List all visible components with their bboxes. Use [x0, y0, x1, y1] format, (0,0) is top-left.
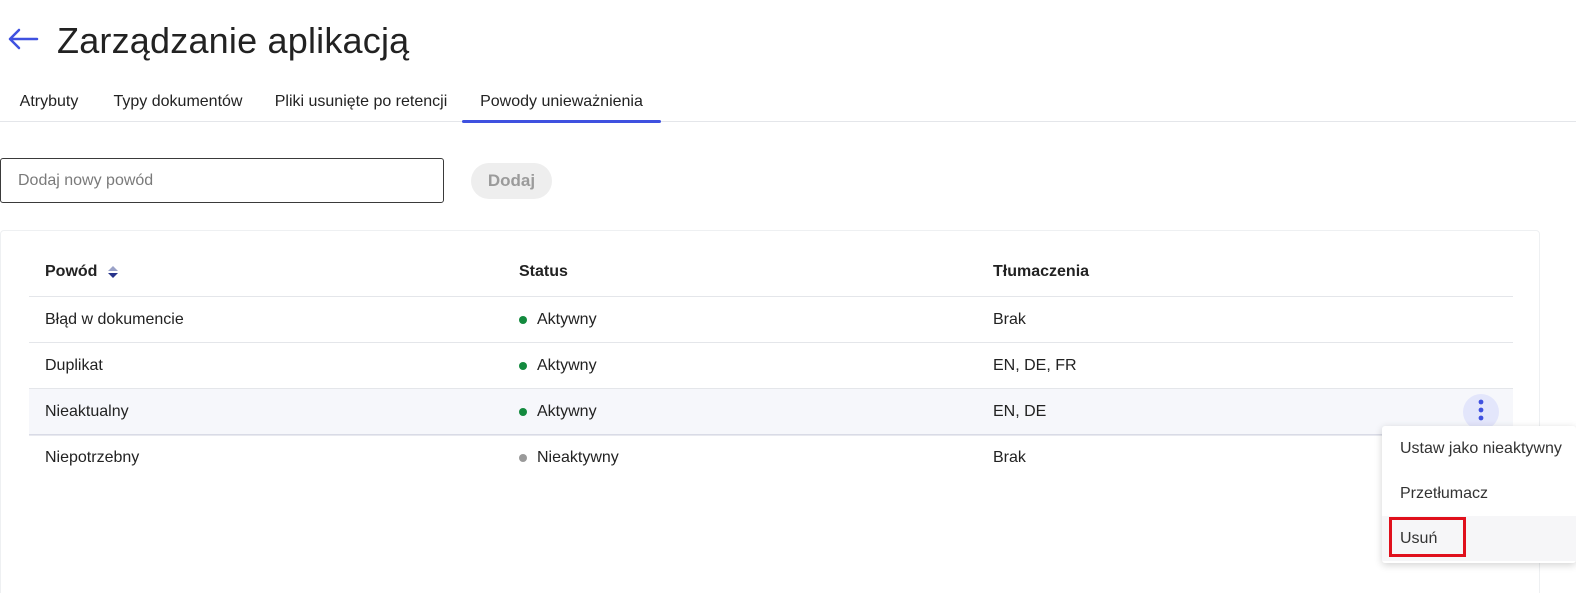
more-vertical-icon	[1478, 399, 1484, 426]
column-header-status: Status	[519, 263, 568, 280]
status-label: Aktywny	[537, 403, 597, 420]
reasons-card: Powód Status Tłumaczenia Błąd w dokumenc…	[0, 230, 1540, 593]
column-header-translations: Tłumaczenia	[993, 263, 1090, 280]
status-dot-icon	[519, 316, 527, 324]
status-label: Nieaktywny	[537, 449, 619, 466]
table-row[interactable]: Błąd w dokumencie Aktywny Brak	[29, 297, 1513, 343]
table-row[interactable]: Niepotrzebny Nieaktywny Brak	[29, 435, 1513, 481]
tab-document-types[interactable]: Typy dokumentów	[100, 82, 256, 122]
sort-icon[interactable]	[107, 265, 119, 279]
reasons-table: Powód Status Tłumaczenia Błąd w dokumenc…	[29, 247, 1513, 481]
column-header-label: Powód	[45, 263, 98, 280]
reason-cell: Nieaktualny	[45, 403, 129, 420]
tab-files-deleted-after-retention[interactable]: Pliki usunięte po retencji	[262, 82, 460, 122]
status-cell: Aktywny	[519, 297, 597, 343]
translations-cell: Brak	[993, 449, 1026, 466]
menu-item-translate[interactable]: Przetłumacz	[1382, 471, 1576, 516]
translations-cell: Brak	[993, 311, 1026, 328]
tab-invalidation-reasons[interactable]: Powody unieważnienia	[462, 82, 661, 123]
tab-attributes[interactable]: Atrybuty	[4, 82, 94, 122]
row-actions-menu: Ustaw jako nieaktywny Przetłumacz Usuń	[1382, 426, 1576, 563]
reason-cell: Duplikat	[45, 357, 103, 374]
add-button[interactable]: Dodaj	[471, 163, 552, 199]
column-header-reason[interactable]: Powód	[45, 247, 119, 297]
reason-cell: Błąd w dokumencie	[45, 311, 184, 328]
table-row[interactable]: Duplikat Aktywny EN, DE, FR	[29, 343, 1513, 389]
app-management-page: Zarządzanie aplikacją Atrybuty Typy doku…	[0, 0, 1576, 593]
reason-cell: Niepotrzebny	[45, 449, 140, 466]
status-label: Aktywny	[537, 311, 597, 328]
tab-bar: Atrybuty Typy dokumentów Pliki usunięte …	[0, 82, 1576, 123]
status-dot-icon	[519, 408, 527, 416]
table-row[interactable]: Nieaktualny Aktywny EN, DE	[29, 389, 1513, 435]
page-title: Zarządzanie aplikacją	[57, 20, 410, 61]
menu-item-delete[interactable]: Usuń	[1382, 516, 1576, 561]
status-cell: Aktywny	[519, 389, 597, 435]
menu-item-set-inactive[interactable]: Ustaw jako nieaktywny	[1382, 426, 1576, 471]
status-cell: Nieaktywny	[519, 435, 619, 481]
status-cell: Aktywny	[519, 343, 597, 389]
translations-cell: EN, DE	[993, 403, 1047, 420]
new-reason-input[interactable]	[0, 158, 444, 203]
table-header: Powód Status Tłumaczenia	[29, 247, 1513, 297]
status-dot-icon	[519, 362, 527, 370]
back-button[interactable]	[6, 26, 40, 56]
status-label: Aktywny	[537, 357, 597, 374]
arrow-left-icon	[7, 28, 39, 55]
translations-cell: EN, DE, FR	[993, 357, 1077, 374]
status-dot-icon	[519, 454, 527, 462]
row-actions-button[interactable]	[1463, 394, 1499, 430]
